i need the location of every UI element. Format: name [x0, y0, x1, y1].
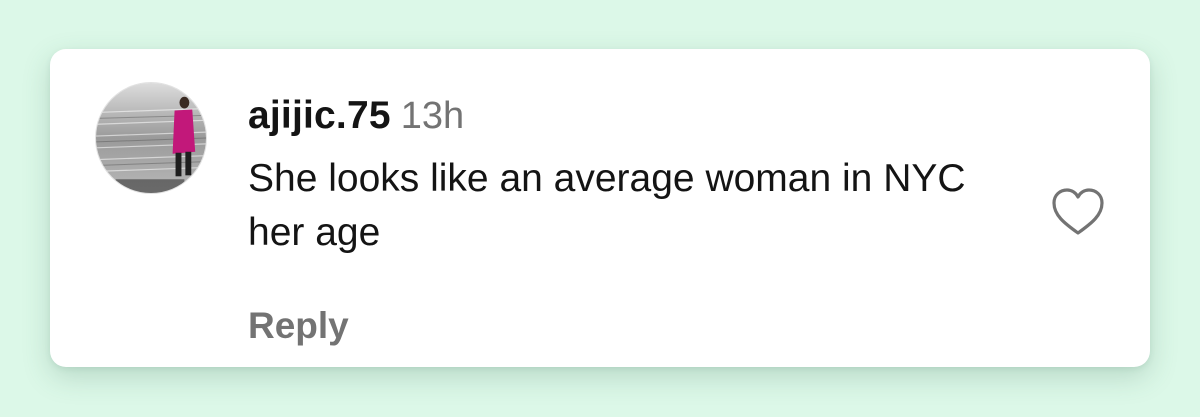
heart-outline-icon	[1052, 188, 1104, 235]
username-link[interactable]: ajijic.75	[248, 94, 391, 137]
comment-card: ajijic.75 13h She looks like an average w…	[50, 49, 1150, 367]
reply-button[interactable]: Reply	[248, 304, 349, 348]
like-button[interactable]	[1050, 187, 1106, 239]
comment-text: She looks like an average woman in NYC h…	[248, 157, 966, 254]
comment-header: ajijic.75 13h	[248, 89, 464, 151]
avatar-photo	[96, 83, 206, 193]
comment-timestamp[interactable]: 13h	[401, 95, 464, 137]
avatar[interactable]	[95, 82, 207, 194]
